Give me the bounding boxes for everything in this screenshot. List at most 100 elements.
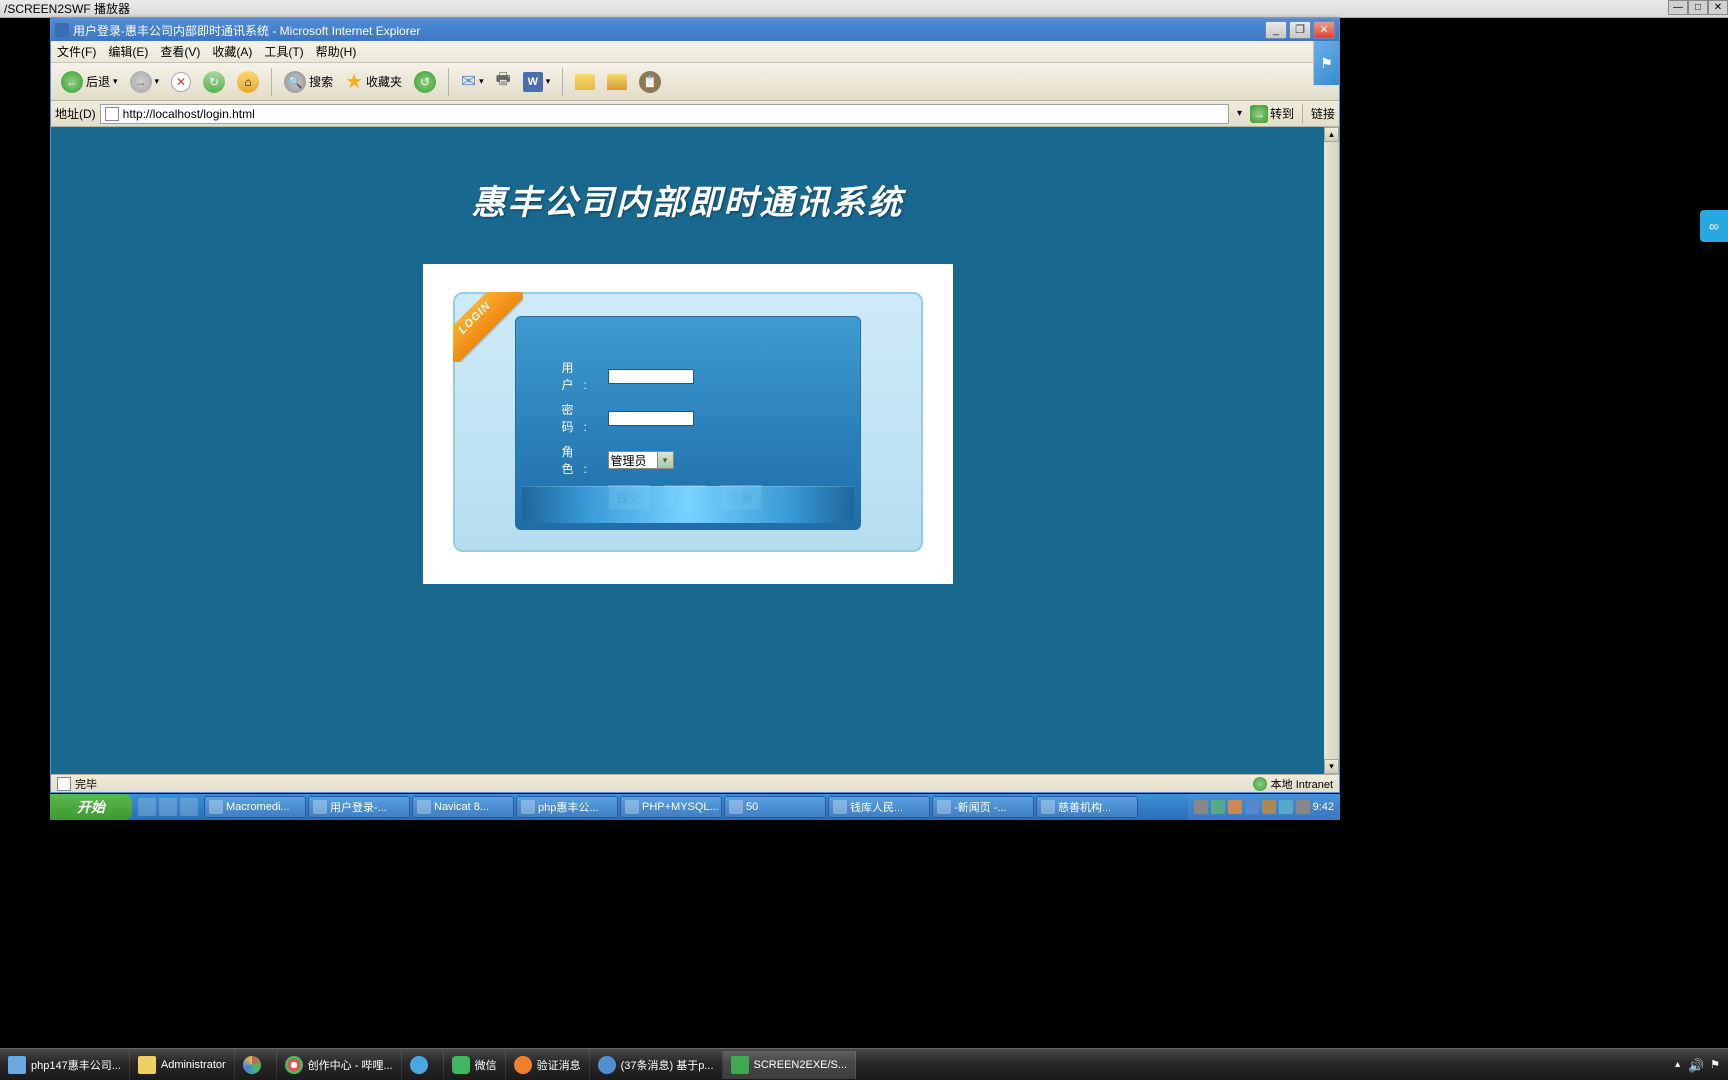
host-task-item[interactable]: 微信	[444, 1051, 506, 1079]
scroll-up-button[interactable]: ▴	[1324, 127, 1339, 142]
task-app-icon	[417, 800, 431, 814]
ie-close-button[interactable]: ✕	[1313, 21, 1335, 39]
menu-tools[interactable]: 工具(T)	[258, 43, 309, 60]
register-button[interactable]: 注册	[720, 485, 762, 510]
player-close-button[interactable]: ✕	[1708, 0, 1728, 15]
folder-button-1[interactable]	[571, 72, 599, 92]
browser-icon	[598, 1056, 616, 1074]
tray-icon[interactable]	[1228, 800, 1242, 814]
right-side-widget[interactable]: ∞	[1700, 210, 1728, 242]
forward-button[interactable]: → ▾	[126, 69, 164, 95]
ie-toolbar: ← 后退 ▾ → ▾ ✕ ↻ ⌂ 🔍 搜索 ★ 收藏夹 ↺ ✉▾ 🖶	[51, 63, 1339, 101]
wechat-icon	[452, 1056, 470, 1074]
tray-icon[interactable]	[1245, 800, 1259, 814]
menu-edit[interactable]: 编辑(E)	[102, 43, 154, 60]
favorites-button[interactable]: ★ 收藏夹	[341, 67, 406, 96]
zone-icon	[1253, 777, 1267, 791]
login-container: LOGIN 用 户: 密 码: 角 色:	[423, 264, 953, 584]
folder-icon	[575, 74, 595, 90]
inner-task-item[interactable]: 钱库人民...	[828, 796, 930, 818]
tray-expand-icon[interactable]: ▴	[1675, 1059, 1680, 1070]
refresh-button[interactable]: ↻	[199, 69, 229, 95]
vertical-scrollbar[interactable]: ▴ ▾	[1324, 127, 1339, 774]
inner-clock[interactable]: 9:42	[1313, 801, 1334, 813]
task-app-icon	[8, 1056, 26, 1074]
reset-button[interactable]: 重置	[664, 485, 706, 510]
host-task-item[interactable]	[235, 1051, 277, 1079]
role-select[interactable]: 管理员 ▾	[608, 451, 674, 469]
menu-favorites[interactable]: 收藏(A)	[206, 43, 258, 60]
back-label: 后退	[86, 73, 110, 90]
host-task-item[interactable]: 创作中心 - 哔哩...	[277, 1051, 402, 1079]
inner-task-item[interactable]: -新闻页 -...	[932, 796, 1034, 818]
ie-content-area: 惠丰公司内部即时通讯系统 LOGIN 用 户: 密 码:	[51, 127, 1324, 774]
folder-button-2[interactable]	[603, 72, 631, 92]
ie-status-bar: 完毕 本地 Intranet	[51, 774, 1339, 792]
go-button[interactable]: → 转到	[1250, 105, 1294, 123]
links-label[interactable]: 链接	[1311, 105, 1335, 122]
inner-task-item[interactable]: Navicat 8...	[412, 796, 514, 818]
ql-ie-icon[interactable]	[138, 798, 156, 816]
inner-task-item[interactable]: 50	[724, 796, 826, 818]
task-app-icon	[410, 1056, 428, 1074]
host-task-item[interactable]: Administrator	[130, 1051, 235, 1079]
host-task-item[interactable]: php147惠丰公司...	[0, 1051, 130, 1079]
back-dropdown-icon: ▾	[113, 76, 118, 87]
word-edit-button[interactable]: W▾	[519, 70, 555, 94]
tray-icon[interactable]	[1194, 800, 1208, 814]
volume-icon[interactable]: 🔊	[1688, 1058, 1702, 1072]
task-app-icon	[1041, 800, 1055, 814]
inner-task-list: Macromedi... 用户登录-... Navicat 8... php惠丰…	[204, 796, 1188, 818]
tray-icon[interactable]	[1296, 800, 1310, 814]
host-task-item[interactable]: SCREEN2EXE/S...	[723, 1051, 857, 1079]
player-minimize-button[interactable]: —	[1668, 0, 1688, 15]
inner-task-item[interactable]: 慈善机构...	[1036, 796, 1138, 818]
ql-desktop-icon[interactable]	[159, 798, 177, 816]
print-button[interactable]: 🖶	[492, 66, 515, 97]
ie-maximize-button[interactable]: ❐	[1289, 21, 1311, 39]
ie-titlebar[interactable]: 用户登录-惠丰公司内部即时通讯系统 - Microsoft Internet E…	[51, 19, 1339, 41]
player-maximize-button[interactable]: □	[1688, 0, 1708, 15]
inner-task-item[interactable]: Macromedi...	[204, 796, 306, 818]
tray-icon[interactable]	[1279, 800, 1293, 814]
mail-icon: ✉	[461, 71, 476, 92]
host-task-item[interactable]	[402, 1051, 444, 1079]
menu-file[interactable]: 文件(F)	[51, 43, 102, 60]
history-button[interactable]: ↺	[410, 69, 440, 95]
host-task-item[interactable]: (37条消息) 基于p...	[590, 1051, 723, 1079]
login-form: 用 户: 密 码: 角 色: 管理员 ▾	[515, 316, 861, 530]
search-button[interactable]: 🔍 搜索	[280, 69, 337, 95]
home-button[interactable]: ⌂	[233, 69, 263, 95]
scroll-down-button[interactable]: ▾	[1324, 759, 1339, 774]
tray-icon[interactable]	[1262, 800, 1276, 814]
task-label: 慈善机构...	[1058, 799, 1111, 815]
address-dropdown-icon[interactable]: ▾	[1233, 108, 1246, 119]
address-input[interactable]: http://localhost/login.html	[100, 104, 1229, 124]
user-input[interactable]	[608, 369, 694, 384]
research-icon: 📋	[639, 71, 661, 93]
ql-media-icon[interactable]	[180, 798, 198, 816]
ie-menubar: 文件(F) 编辑(E) 查看(V) 收藏(A) 工具(T) 帮助(H) ⚑	[51, 41, 1339, 63]
word-dropdown-icon: ▾	[546, 76, 551, 87]
submit-button[interactable]: 提交	[608, 485, 650, 510]
tray-icon[interactable]: ⚑	[1710, 1058, 1720, 1071]
ie-minimize-button[interactable]: _	[1265, 21, 1287, 39]
mail-button[interactable]: ✉▾	[457, 69, 488, 94]
search-label: 搜索	[309, 73, 333, 90]
menu-view[interactable]: 查看(V)	[154, 43, 206, 60]
stop-button[interactable]: ✕	[167, 70, 195, 94]
menu-help[interactable]: 帮助(H)	[310, 43, 363, 60]
host-task-item[interactable]: 验证消息	[506, 1051, 590, 1079]
password-input[interactable]	[608, 411, 694, 426]
ie-address-bar: 地址(D) http://localhost/login.html ▾ → 转到…	[51, 101, 1339, 127]
start-button[interactable]: 开始	[50, 794, 132, 820]
task-app-icon	[625, 800, 639, 814]
inner-task-item[interactable]: php惠丰公...	[516, 796, 618, 818]
role-label: 角 色:	[562, 443, 608, 477]
inner-system-tray: 9:42	[1188, 794, 1340, 820]
inner-task-item[interactable]: PHP+MYSQL...	[620, 796, 722, 818]
research-button[interactable]: 📋	[635, 69, 665, 95]
back-button[interactable]: ← 后退 ▾	[57, 69, 122, 95]
tray-icon[interactable]	[1211, 800, 1225, 814]
inner-task-item[interactable]: 用户登录-...	[308, 796, 410, 818]
